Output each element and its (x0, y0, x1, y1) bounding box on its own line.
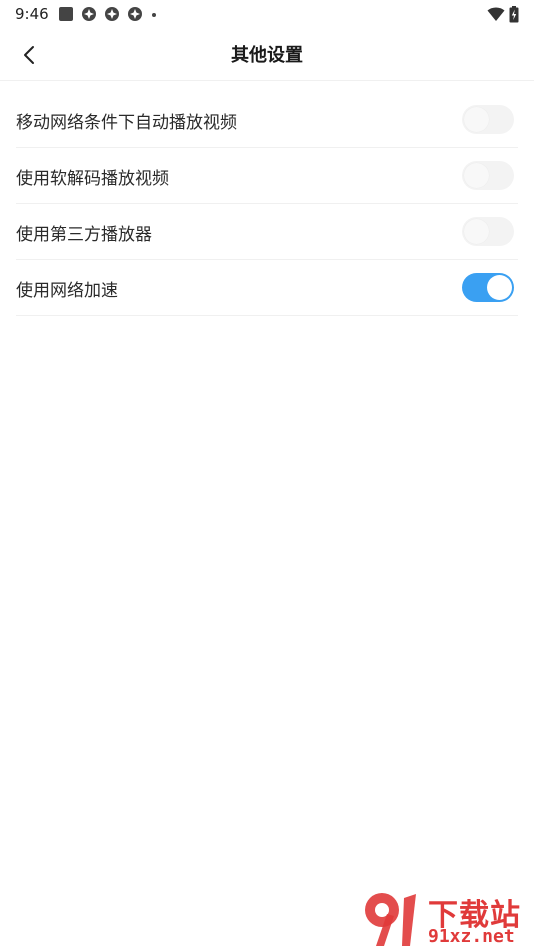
status-time: 9:46 (15, 5, 49, 23)
setting-label: 使用软解码播放视频 (16, 169, 169, 189)
watermark-91-icon (365, 893, 416, 946)
app-notification-icon (105, 7, 119, 21)
dot-icon (152, 13, 156, 17)
settings-list: 移动网络条件下自动播放视频 使用软解码播放视频 使用第三方播放器 使用网络加速 (16, 92, 518, 316)
toggle-knob (464, 163, 489, 188)
notification-icons (58, 6, 158, 22)
watermark-logo: 下载站 91xz.net (360, 886, 532, 948)
network-acceleration-toggle[interactable] (462, 273, 514, 302)
square-notification-icon (59, 7, 73, 21)
software-decoding-toggle[interactable] (462, 161, 514, 190)
wifi-icon (487, 7, 505, 21)
setting-label: 使用第三方播放器 (16, 225, 152, 245)
third-party-player-toggle[interactable] (462, 217, 514, 246)
toggle-knob (464, 107, 489, 132)
setting-row-third-party-player: 使用第三方播放器 (16, 204, 518, 260)
watermark-site: 91xz.net (428, 926, 515, 947)
setting-label: 移动网络条件下自动播放视频 (16, 113, 237, 133)
setting-label: 使用网络加速 (16, 281, 118, 301)
header-bar: 其他设置 (0, 28, 534, 81)
setting-row-network-acceleration: 使用网络加速 (16, 260, 518, 316)
setting-row-software-decoding: 使用软解码播放视频 (16, 148, 518, 204)
toggle-knob (487, 275, 512, 300)
toggle-knob (464, 219, 489, 244)
status-bar: 9:46 (0, 0, 534, 28)
autoplay-mobile-toggle[interactable] (462, 105, 514, 134)
app-notification-icon (82, 7, 96, 21)
setting-row-autoplay-mobile: 移动网络条件下自动播放视频 (16, 92, 518, 148)
system-icons (487, 5, 519, 23)
page-title: 其他设置 (231, 45, 303, 66)
settings-screen: 9:46 其他设置 移动网络条件下自动播放视频 使用软解码播放视频 使用第三方播… (0, 0, 534, 950)
battery-charging-icon (509, 5, 519, 22)
app-notification-icon (128, 7, 142, 21)
